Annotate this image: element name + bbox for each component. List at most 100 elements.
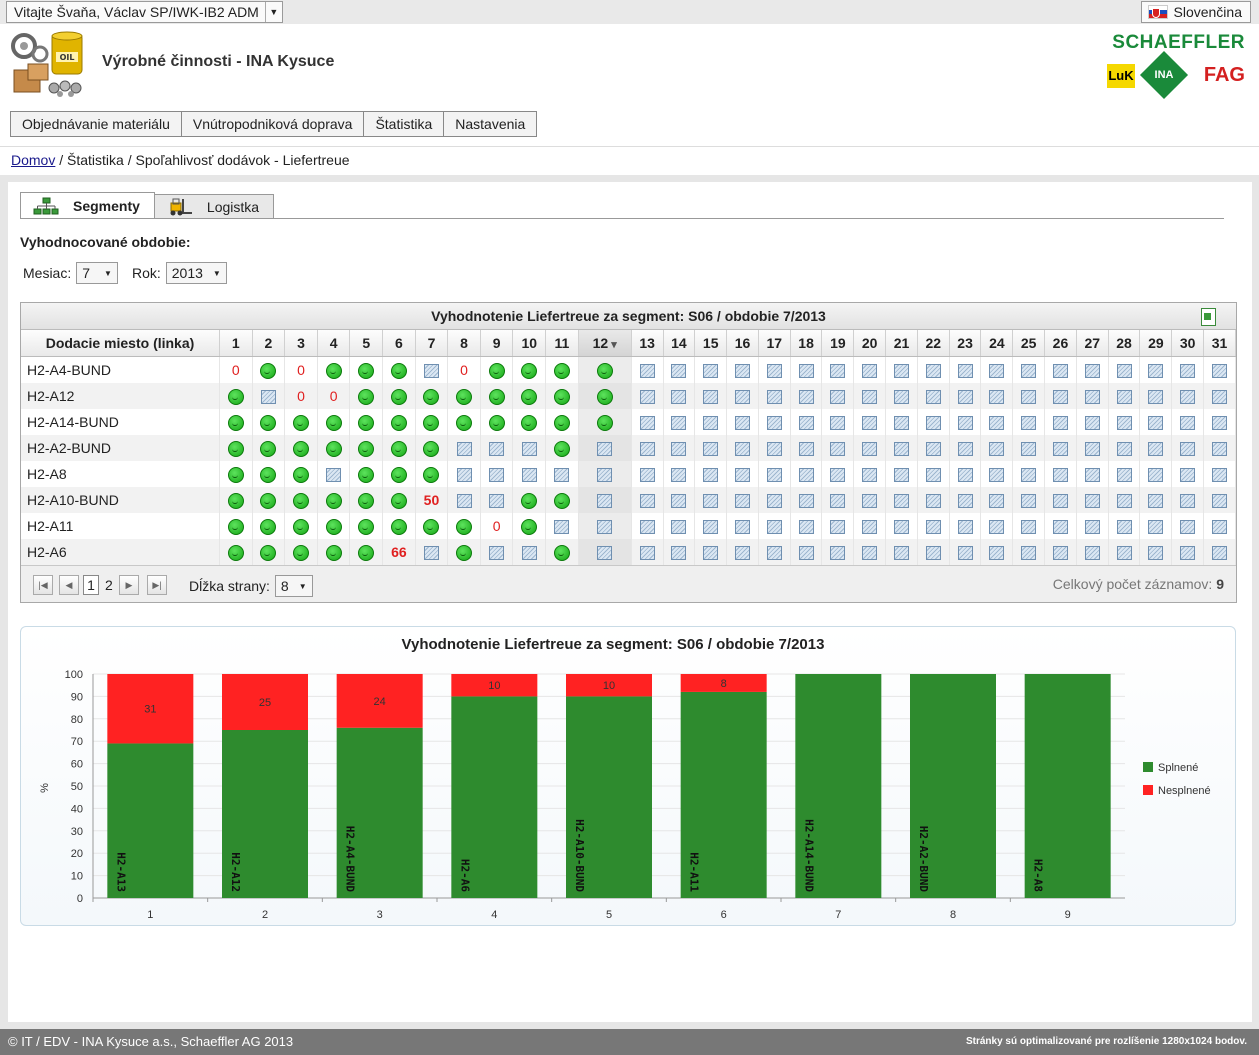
column-header-day[interactable]: 24 bbox=[980, 330, 1014, 357]
day-cell bbox=[512, 513, 547, 539]
column-header-day[interactable]: 16 bbox=[726, 330, 759, 357]
smiley-ok-icon bbox=[260, 518, 277, 535]
header: OIL Výrobné činnosti - INA Kysuce SCHAEF… bbox=[0, 24, 1259, 104]
smiley-ok-icon bbox=[423, 414, 440, 431]
column-header-day[interactable]: 19 bbox=[821, 330, 855, 357]
forklift-icon bbox=[170, 198, 192, 216]
day-cell bbox=[447, 461, 481, 487]
year-select[interactable]: 2013 ▼ bbox=[165, 262, 227, 284]
menu-item-orders[interactable]: Objednávanie materiálu bbox=[11, 112, 182, 136]
prev-page-icon[interactable]: ◀ bbox=[59, 575, 79, 595]
no-data-icon bbox=[1180, 364, 1196, 379]
menu-item-settings[interactable]: Nastavenia bbox=[444, 112, 536, 136]
no-data-icon bbox=[639, 546, 655, 561]
menu-item-statistics[interactable]: Štatistika bbox=[364, 112, 445, 136]
column-header-day[interactable]: 30 bbox=[1171, 330, 1205, 357]
language-button[interactable]: Slovenčina bbox=[1140, 1, 1251, 23]
bar-location-label: H2-A12 bbox=[229, 852, 242, 892]
smiley-ok-icon bbox=[325, 518, 342, 535]
day-cell bbox=[317, 487, 351, 513]
column-header-day[interactable]: 9 bbox=[480, 330, 514, 357]
column-header-day[interactable]: 13 bbox=[631, 330, 664, 357]
chevron-down-icon[interactable]: ▼ bbox=[264, 2, 282, 22]
column-header-day[interactable]: 4 bbox=[317, 330, 351, 357]
column-header-day[interactable]: 5 bbox=[349, 330, 384, 357]
page-1-button[interactable]: 1 bbox=[83, 575, 99, 595]
day-cell bbox=[1012, 356, 1046, 383]
column-header-day[interactable]: 1 bbox=[219, 330, 253, 357]
day-cell bbox=[917, 461, 950, 487]
month-select[interactable]: 7 ▼ bbox=[76, 262, 118, 284]
column-header-day[interactable]: 23 bbox=[949, 330, 982, 357]
column-header-location[interactable]: Dodacie miesto (linka) bbox=[21, 330, 220, 357]
menu-item-transport[interactable]: Vnútropodniková doprava bbox=[182, 112, 365, 136]
day-cell bbox=[545, 409, 579, 435]
no-data-icon bbox=[766, 442, 782, 457]
day-cell bbox=[790, 461, 823, 487]
column-header-day[interactable]: 31 bbox=[1203, 330, 1236, 357]
no-data-icon bbox=[893, 364, 909, 379]
smiley-ok-icon bbox=[325, 414, 342, 431]
column-header-day[interactable]: 2 bbox=[252, 330, 286, 357]
first-page-icon[interactable]: |◀ bbox=[33, 575, 53, 595]
column-header-day[interactable]: 27 bbox=[1076, 330, 1109, 357]
column-header-day[interactable]: 7 bbox=[415, 330, 449, 357]
excel-export-icon[interactable] bbox=[1201, 308, 1216, 326]
column-header-day[interactable]: 28 bbox=[1108, 330, 1141, 357]
day-cell bbox=[726, 435, 759, 461]
y-axis-label: % bbox=[39, 783, 51, 793]
no-data-icon bbox=[766, 364, 782, 379]
page-2-button[interactable]: 2 bbox=[105, 575, 113, 595]
day-cell bbox=[317, 356, 351, 383]
smiley-ok-icon bbox=[456, 414, 473, 431]
legend-swatch bbox=[1143, 762, 1153, 772]
column-header-day[interactable]: 26 bbox=[1044, 330, 1077, 357]
smiley-ok-icon bbox=[358, 414, 375, 431]
no-data-icon bbox=[1116, 468, 1132, 483]
pager: |◀ ◀ 1 2 ▶ ▶| Dĺžka strany: 8 ▼ Celkový p… bbox=[21, 565, 1236, 602]
column-header-day[interactable]: 29 bbox=[1139, 330, 1173, 357]
day-cell bbox=[317, 409, 351, 435]
no-data-icon bbox=[734, 364, 750, 379]
column-header-day[interactable]: 21 bbox=[885, 330, 918, 357]
day-cell bbox=[853, 513, 887, 539]
no-data-icon bbox=[957, 416, 973, 431]
day-cell bbox=[415, 356, 449, 383]
day-cell bbox=[917, 487, 950, 513]
tab-logistics[interactable]: Logistka bbox=[153, 194, 275, 219]
day-cell bbox=[219, 383, 253, 409]
page-length-select[interactable]: 8 ▼ bbox=[274, 575, 313, 597]
table-row: H2-A4-BUND 0 0 0 bbox=[21, 356, 1236, 383]
column-header-day[interactable]: 15 bbox=[694, 330, 728, 357]
user-menu[interactable]: Vitajte Švaňa, Václav SP/IWK-IB2 ADM ▼ bbox=[6, 1, 283, 23]
page-length: Dĺžka strany: 8 ▼ bbox=[189, 575, 327, 597]
no-data-icon bbox=[1052, 494, 1068, 509]
smiley-ok-icon bbox=[521, 362, 538, 379]
column-header-day[interactable]: 14 bbox=[663, 330, 696, 357]
tab-segments[interactable]: Segmenty bbox=[20, 192, 155, 219]
column-header-day[interactable]: 10 bbox=[512, 330, 547, 357]
column-header-day[interactable]: 22 bbox=[917, 330, 950, 357]
smiley-ok-icon bbox=[358, 362, 375, 379]
no-data-icon bbox=[1084, 520, 1100, 535]
day-cell bbox=[578, 539, 632, 565]
column-header-day[interactable]: 25 bbox=[1012, 330, 1046, 357]
column-header-day[interactable]: 8 bbox=[447, 330, 481, 357]
last-page-icon[interactable]: ▶| bbox=[147, 575, 167, 595]
column-header-day[interactable]: 17 bbox=[758, 330, 791, 357]
column-header-day[interactable]: 12 ▾ bbox=[578, 330, 632, 357]
column-header-day[interactable]: 11 bbox=[545, 330, 579, 357]
percent-value: 0 bbox=[460, 362, 468, 378]
no-data-icon bbox=[639, 442, 655, 457]
next-page-icon[interactable]: ▶ bbox=[119, 575, 139, 595]
column-header-day[interactable]: 3 bbox=[284, 330, 318, 357]
smiley-ok-icon bbox=[325, 544, 342, 561]
no-data-icon bbox=[766, 390, 782, 405]
breadcrumb-home-link[interactable]: Domov bbox=[11, 152, 55, 168]
smiley-ok-icon bbox=[390, 362, 407, 379]
column-header-day[interactable]: 18 bbox=[790, 330, 823, 357]
column-header-day[interactable]: 20 bbox=[853, 330, 887, 357]
column-header-day[interactable]: 6 bbox=[382, 330, 416, 357]
day-cell bbox=[1139, 356, 1173, 383]
day-cell bbox=[853, 461, 887, 487]
